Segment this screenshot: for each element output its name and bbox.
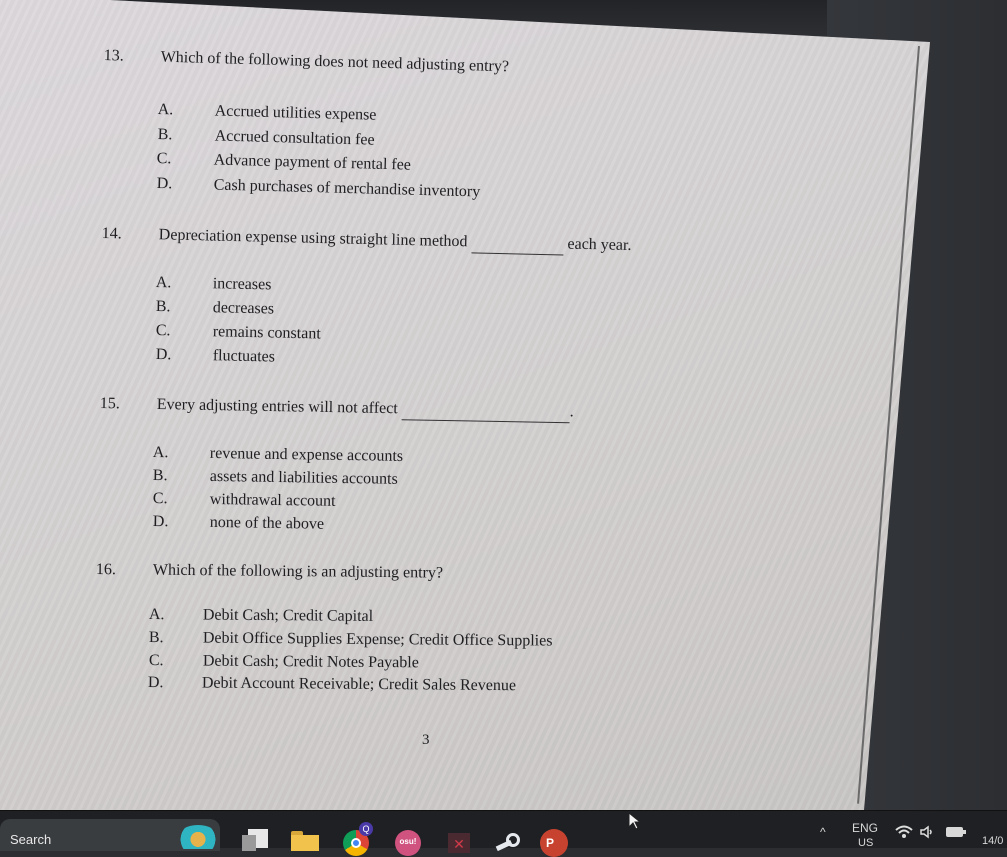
input-language[interactable]: ENG [852,821,878,835]
wifi-icon[interactable] [895,825,913,839]
option-text: decreases [212,299,275,318]
powerpoint-label: P [546,836,555,850]
answer-blank [471,232,564,256]
osu-label: osu! [399,837,417,846]
option-letter: C. [155,321,171,340]
osu-icon[interactable]: osu! [395,830,421,856]
question-text: Depreciation expense using straight line… [159,225,632,257]
tray-overflow-chevron-icon[interactable]: ^ [820,825,826,839]
option-text: Debit Office Supplies Expense; Credit Of… [202,629,553,650]
steam-icon[interactable] [495,831,522,853]
option-letter: B. [155,297,171,316]
page-number: 3 [422,732,430,748]
question-text: Which of the following is an adjusting e… [152,561,444,582]
option-letter: C. [156,149,172,168]
option-letter: A. [152,443,169,462]
question-text-after: each year. [567,235,632,255]
question-number: 16. [95,560,116,579]
volume-icon[interactable] [920,825,934,839]
question-number: 13. [103,46,124,65]
option-letter: A. [148,605,165,624]
mouse-cursor-icon [628,812,642,830]
powerpoint-icon[interactable]: P [540,829,568,857]
question-number: 14. [101,224,122,243]
answer-blank [401,399,570,424]
widgets-icon[interactable] [178,825,218,849]
option-letter: B. [148,628,164,647]
task-view-icon[interactable] [242,829,268,851]
question-text-before: Every adjusting entries will not affect [156,395,398,418]
keyboard-layout[interactable]: US [858,837,873,849]
question-text-after: . [569,403,574,421]
option-letter: C. [148,651,164,670]
question-text-before: Depreciation expense using straight line… [158,226,468,251]
chrome-icon[interactable]: Q [343,822,373,856]
option-text: increases [212,275,272,294]
question-text: Every adjusting entries will not affect … [156,395,574,424]
option-text: withdrawal account [209,490,336,510]
app-icon[interactable]: ✕ [448,833,470,853]
battery-icon[interactable] [946,825,966,837]
option-letter: D. [147,673,164,692]
option-text: revenue and expense accounts [209,444,404,465]
option-letter: D. [152,512,169,531]
clock[interactable]: 14/0 [982,835,1003,847]
option-text: none of the above [209,513,325,533]
search-label: Search [10,832,52,847]
option-text: remains constant [212,323,321,343]
option-letter: B. [157,125,173,144]
option-letter: A. [157,100,174,119]
question-number: 15. [99,394,120,413]
option-text: Cash purchases of merchandise inventory [213,176,481,201]
option-letter: D. [156,174,173,193]
option-letter: C. [152,489,168,508]
option-text: assets and liabilities accounts [209,467,398,488]
option-letter: B. [152,466,168,485]
option-letter: A. [155,273,172,292]
question-text: Which of the following does not need adj… [160,48,510,76]
chrome-profile-badge: Q [359,822,373,836]
document-content: 13. Which of the following does not need… [0,0,1007,810]
file-explorer-icon[interactable] [291,831,319,851]
taskbar: Search Q osu! ✕ P ^ ENG US 14/0 [0,810,1007,857]
option-text: Accrued utilities expense [214,102,377,124]
option-text: Debit Cash; Credit Notes Payable [202,652,419,672]
option-text: Advance payment of rental fee [213,151,412,174]
option-text: fluctuates [212,347,276,366]
option-letter: D. [155,345,172,364]
option-text: Debit Cash; Credit Capital [202,606,374,625]
option-text: Accrued consultation fee [214,127,375,149]
option-text: Debit Account Receivable; Credit Sales R… [201,674,517,695]
